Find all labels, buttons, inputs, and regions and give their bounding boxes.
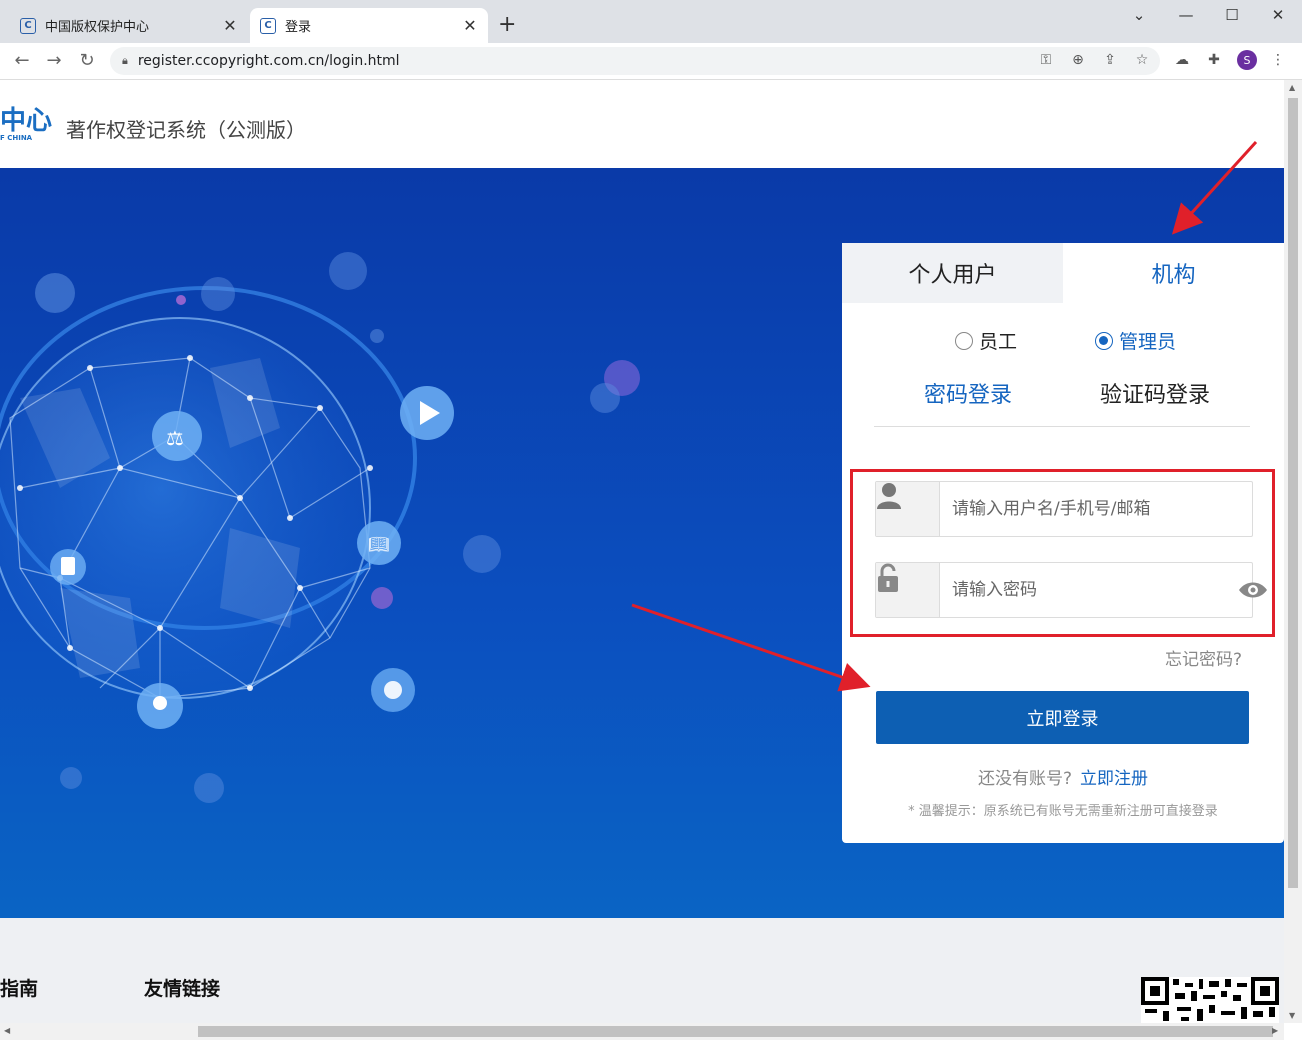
browser-menu-icon[interactable]: ⋮ <box>1268 52 1288 68</box>
tab-organization[interactable]: 机构 <box>1063 243 1284 303</box>
hero-banner: ⚖ 📖︎ 个人用户 机构 员工 管理员 密码登录 验证码登录 请输入用户名/手机… <box>0 168 1284 918</box>
radio-unchecked-icon[interactable] <box>955 331 973 350</box>
share-icon[interactable]: ⇪ <box>1100 52 1120 68</box>
new-tab-button[interactable]: + <box>498 14 516 36</box>
footer-links-heading: 友情链接 <box>144 978 221 1000</box>
tab-search-chevron-icon[interactable]: ⌄ <box>1124 6 1154 24</box>
forward-button[interactable]: → <box>42 50 66 71</box>
address-bar[interactable]: 🔒︎ register.ccopyright.com.cn/login.html <box>110 47 1160 75</box>
browser-tab-bar: C 中国版权保护中心 ✕ C 登录 ✕ + ⌄ — ☐ ✕ <box>0 0 1302 43</box>
site-logo-subtext: F CHINA <box>0 134 33 142</box>
forgot-password-link[interactable]: 忘记密码? <box>1165 645 1242 670</box>
tab-code-login[interactable]: 验证码登录 <box>1100 377 1210 409</box>
site-favicon-icon: C <box>20 17 36 34</box>
site-header: 中心 F CHINA 著作权登记系统（公测版） <box>0 80 1284 168</box>
login-card: 个人用户 机构 员工 管理员 密码登录 验证码登录 请输入用户名/手机号/邮箱 … <box>842 243 1284 843</box>
login-mode-tabs: 密码登录 验证码登录 <box>874 373 1250 427</box>
browser-tab-copyright-center[interactable]: C 中国版权保护中心 ✕ <box>10 8 248 43</box>
maximize-window-button[interactable]: ☐ <box>1217 6 1247 24</box>
scroll-left-arrow-icon[interactable]: ◀ <box>4 1026 10 1035</box>
site-title: 著作权登记系统（公测版） <box>66 118 306 142</box>
browser-toolbar: ← → ↻ 🔒︎ register.ccopyright.com.cn/logi… <box>0 43 1302 80</box>
role-admin-label: 管理员 <box>1119 331 1177 353</box>
user-type-tabs: 个人用户 机构 <box>842 243 1284 303</box>
scroll-up-arrow-icon[interactable]: ▲ <box>1289 83 1295 92</box>
tab-title: 中国版权保护中心 <box>45 20 150 35</box>
minimize-window-button[interactable]: — <box>1171 6 1201 24</box>
role-selector: 员工 管理员 <box>842 327 1284 357</box>
no-account-text: 还没有账号? <box>977 769 1073 789</box>
close-tab-icon[interactable]: ✕ <box>462 16 478 35</box>
extension-cloud-icon[interactable]: ☁ <box>1172 52 1192 68</box>
tab-title: 登录 <box>285 20 312 35</box>
role-admin-option[interactable]: 管理员 <box>1095 327 1176 354</box>
radio-checked-icon[interactable] <box>1095 331 1113 350</box>
site-favicon-icon: C <box>260 17 276 34</box>
lock-icon: 🔒︎ <box>122 54 128 67</box>
vertical-scroll-thumb[interactable] <box>1288 98 1298 888</box>
profile-avatar[interactable]: S <box>1237 50 1257 70</box>
zoom-icon[interactable]: ⊕ <box>1068 52 1088 68</box>
back-button[interactable]: ← <box>10 50 34 71</box>
site-logo[interactable]: 中心 <box>0 108 52 134</box>
key-icon[interactable]: ⚿ <box>1036 52 1056 68</box>
login-submit-button[interactable]: 立即登录 <box>876 691 1249 744</box>
horizontal-scrollbar[interactable]: ◀ ▶ <box>0 1023 1284 1040</box>
register-prompt: 还没有账号? 立即注册 <box>842 764 1284 789</box>
scroll-down-arrow-icon[interactable]: ▼ <box>1289 1011 1295 1020</box>
svg-text:⚖: ⚖ <box>166 426 184 450</box>
qr-code-icon <box>1141 977 1279 1023</box>
footer-guide-heading: 指南 <box>0 978 39 1000</box>
close-window-button[interactable]: ✕ <box>1263 6 1293 24</box>
extensions-puzzle-icon[interactable]: ✚ <box>1204 52 1224 68</box>
tab-password-login[interactable]: 密码登录 <box>924 377 1012 409</box>
page-content: 中心 F CHINA 著作权登记系统（公测版） ⚖ 📖︎ 个人用户 机构 员工 … <box>0 80 1284 1023</box>
site-footer: 指南 友情链接 <box>0 918 1284 1023</box>
annotation-highlight-box <box>850 469 1275 637</box>
scroll-right-arrow-icon[interactable]: ▶ <box>1272 1026 1278 1035</box>
role-staff-label: 员工 <box>979 331 1018 353</box>
close-tab-icon[interactable]: ✕ <box>222 16 238 35</box>
role-staff-option[interactable]: 员工 <box>955 327 1017 354</box>
tab-personal-user[interactable]: 个人用户 <box>842 243 1063 303</box>
url-text: register.ccopyright.com.cn/login.html <box>137 53 400 69</box>
vertical-scrollbar[interactable]: ▲ ▼ <box>1284 80 1302 1023</box>
browser-tab-login[interactable]: C 登录 ✕ <box>250 8 488 43</box>
register-link[interactable]: 立即注册 <box>1080 769 1148 789</box>
reload-button[interactable]: ↻ <box>75 50 99 71</box>
login-tip: * 温馨提示：原系统已有账号无需重新注册可直接登录 <box>908 804 1218 819</box>
svg-text:📖︎: 📖︎ <box>368 535 390 555</box>
horizontal-scroll-thumb[interactable] <box>198 1026 1273 1037</box>
bookmark-star-icon[interactable]: ☆ <box>1132 52 1152 68</box>
